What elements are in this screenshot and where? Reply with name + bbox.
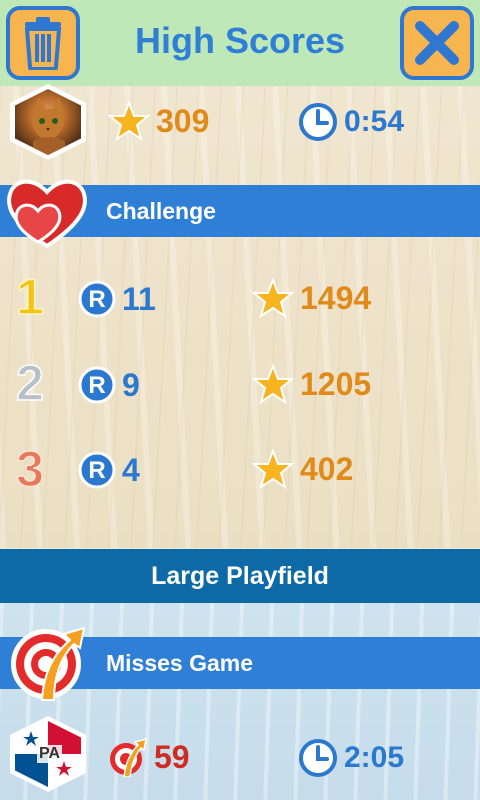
rank-1: 1	[15, 268, 44, 326]
star-icon	[252, 278, 294, 318]
clock-icon	[299, 103, 337, 141]
misses-count: 59	[108, 737, 190, 777]
rounds-3-value: 4	[122, 451, 140, 488]
cat-icon	[31, 97, 65, 155]
rank-2: 2	[15, 354, 44, 412]
target-icon	[11, 626, 86, 701]
stars-1-value: 1494	[300, 279, 372, 316]
clock-icon	[299, 739, 337, 777]
round-r-icon: R	[78, 451, 116, 489]
delete-scores-button[interactable]	[6, 6, 80, 80]
stars-2: 1205	[252, 364, 371, 404]
stars-3: 402	[252, 449, 353, 489]
top-stars: 309	[108, 101, 209, 141]
stars-1: 1494	[252, 278, 371, 318]
rank-3: 3	[15, 440, 44, 498]
rounds-1: R 11	[78, 280, 156, 318]
rounds-2-value: 9	[122, 366, 140, 403]
svg-text:R: R	[88, 457, 105, 484]
misses-time: 2:05	[298, 738, 404, 778]
star-icon	[252, 364, 294, 404]
svg-text:R: R	[88, 286, 105, 313]
flag-code: PA	[37, 745, 63, 763]
top-stars-value: 309	[156, 102, 210, 139]
target-miss-icon	[110, 737, 147, 777]
trash-icon	[24, 17, 62, 70]
misses-label: Misses Game	[106, 649, 254, 676]
round-r-icon: R	[78, 280, 116, 318]
misses-time-value: 2:05	[344, 741, 405, 774]
rounds-2: R 9	[78, 366, 140, 404]
round-r-icon: R	[78, 366, 116, 404]
stars-2-value: 1205	[300, 365, 372, 402]
page-title: High Scores	[134, 20, 346, 61]
wood-background	[0, 86, 480, 548]
close-icon	[415, 21, 459, 65]
hearts-icon	[7, 179, 87, 249]
svg-text:R: R	[88, 372, 105, 399]
star-icon	[108, 101, 150, 141]
star-icon	[252, 449, 294, 489]
top-time-value: 0:54	[344, 105, 405, 138]
rounds-3: R 4	[78, 451, 140, 489]
large-playfield-bar: Large Playfield	[0, 549, 480, 603]
misses-count-value: 59	[154, 738, 190, 775]
challenge-label: Challenge	[106, 197, 216, 224]
top-time: 0:54	[298, 102, 404, 142]
close-button[interactable]	[400, 6, 474, 80]
stars-3-value: 402	[300, 450, 354, 487]
header-bar: High Scores	[0, 0, 480, 86]
large-playfield-label: Large Playfield	[151, 561, 329, 590]
rounds-1-value: 11	[122, 280, 156, 317]
